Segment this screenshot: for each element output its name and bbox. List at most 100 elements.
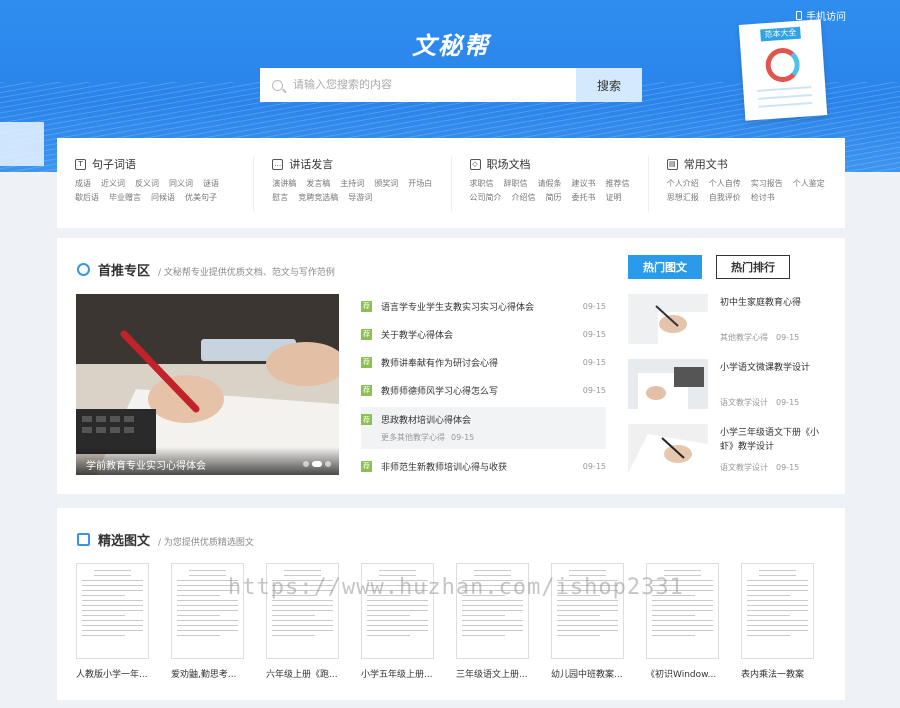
category-link[interactable]: 毕业赠言 (109, 192, 141, 203)
doc-title[interactable]: 三年级语文上册... (456, 667, 536, 680)
hot-item[interactable]: 小学语文微课教学设计 语文教学设计 09-15 (628, 359, 828, 424)
category-link[interactable]: 个人介绍 (667, 178, 699, 189)
article-item-active[interactable]: 荐思政教材培训心得体会 更多其他教学心得 09-15 (361, 407, 606, 449)
category-link[interactable]: 个人自传 (709, 178, 741, 189)
article-category[interactable]: 更多其他教学心得 (381, 433, 445, 442)
left-decoration (0, 122, 44, 166)
category-title[interactable]: 讲话发言 (289, 156, 333, 172)
category-1: … 讲话发言 演讲稿 发言稿 主持词 颁奖词 开场白 慰言 竞聘竞选稿 导游词 (254, 156, 452, 212)
picks-header: 精选图文 / 为您提供优质精选图文 (77, 530, 254, 549)
category-link[interactable]: 自我评价 (709, 192, 741, 203)
hot-title[interactable]: 小学语文微课教学设计 (720, 361, 830, 375)
doc-card[interactable]: 表内乘法一教案 (741, 563, 814, 680)
category-title[interactable]: 句子词语 (92, 156, 136, 172)
category-title[interactable]: 职场文档 (487, 156, 531, 172)
doc-title[interactable]: 人教版小学一年... (76, 667, 156, 680)
category-link[interactable]: 委托书 (572, 192, 596, 203)
doc-title[interactable]: 小学五年级上册... (361, 667, 441, 680)
hot-thumbnail[interactable] (628, 424, 708, 474)
category-link[interactable]: 主持词 (340, 178, 364, 189)
category-title[interactable]: 常用文书 (684, 156, 728, 172)
doc-thumbnail[interactable] (741, 563, 814, 659)
category-link[interactable]: 开场白 (408, 178, 432, 189)
category-link[interactable]: 同义词 (169, 178, 193, 189)
category-link[interactable]: 反义词 (135, 178, 159, 189)
site-logo[interactable]: 文秘帮 (412, 26, 490, 61)
category-link[interactable]: 辞职信 (504, 178, 528, 189)
category-link[interactable]: 思想汇报 (667, 192, 699, 203)
category-link[interactable]: 推荐信 (606, 178, 630, 189)
article-title[interactable]: 非师范生新教师培训心得与收获 (381, 460, 507, 473)
document-illustration: 范本大全 (738, 19, 828, 121)
search-input[interactable] (293, 79, 553, 91)
article-item[interactable]: 荐关于教学心得体会 09-15 (361, 320, 606, 348)
doc-title[interactable]: 爱劝鼬,勤思考... (171, 667, 251, 680)
article-item[interactable]: 荐非师范生新教师培训心得与收获 09-15 (361, 452, 606, 480)
category-link[interactable]: 歇后语 (75, 192, 99, 203)
text-icon: T (75, 158, 86, 170)
hot-item[interactable]: 小学三年级语文下册《小虾》教学设计语文教学设计 09-15 (628, 424, 828, 489)
article-title[interactable]: 关于教学心得体会 (381, 328, 453, 341)
image-icon (77, 533, 90, 546)
tab-hot-articles[interactable]: 热门图文 (628, 255, 702, 279)
doc-thumbnail[interactable] (76, 563, 149, 659)
category-link[interactable]: 成语 (75, 178, 91, 189)
search-button[interactable]: 搜索 (576, 68, 642, 102)
category-link[interactable]: 优美句子 (185, 192, 217, 203)
category-link[interactable]: 演讲稿 (272, 178, 296, 189)
article-item[interactable]: 荐语言学专业学生支教实习实习心得体会 09-15 (361, 292, 606, 320)
document-icon: ▤ (666, 158, 678, 170)
article-item[interactable]: 荐教师讲奉献有作为研讨会心得 09-15 (361, 348, 606, 376)
recommend-tag: 荐 (361, 460, 372, 472)
category-link[interactable]: 简历 (546, 192, 562, 203)
category-link[interactable]: 公司简介 (470, 192, 502, 203)
tab-hot-ranking[interactable]: 热门排行 (716, 255, 790, 279)
hot-thumbnail[interactable] (628, 359, 708, 409)
category-link[interactable]: 竞聘竞选稿 (298, 192, 338, 203)
category-link[interactable]: 近义词 (101, 178, 125, 189)
category-link[interactable]: 请假条 (538, 178, 562, 189)
doc-title[interactable]: 《初识Window... (646, 667, 726, 680)
article-title[interactable]: 教师讲奉献有作为研讨会心得 (381, 356, 498, 369)
recommend-tag: 荐 (361, 300, 372, 312)
doc-title[interactable]: 幼儿园中班教案... (551, 667, 631, 680)
category-link[interactable]: 个人鉴定 (793, 178, 825, 189)
carousel-dot[interactable] (303, 461, 309, 467)
hot-category[interactable]: 其他教学心得 (720, 333, 768, 342)
category-link[interactable]: 检讨书 (751, 192, 775, 203)
featured-carousel[interactable]: 学前教育专业实习心得体会 (76, 294, 339, 475)
category-link[interactable]: 求职信 (470, 178, 494, 189)
hot-category[interactable]: 语文教学设计 (720, 463, 768, 472)
carousel-caption[interactable]: 学前教育专业实习心得体会 (76, 447, 339, 475)
hot-title[interactable]: 小学三年级语文下册《小虾》教学设计 (720, 426, 830, 454)
search-field-wrap[interactable] (260, 68, 576, 102)
hot-meta: 语文教学设计 09-15 (720, 397, 799, 408)
category-link[interactable]: 发言稿 (306, 178, 330, 189)
featured-section: 首推专区 / 文秘帮专业提供优质文档、范文与写作范例 学前教育专业实习心得体会 … (57, 238, 845, 494)
hot-title[interactable]: 初中生家庭教育心得 (720, 296, 830, 310)
hot-category[interactable]: 语文教学设计 (720, 398, 768, 407)
article-item[interactable]: 荐教师师德师风学习心得怎么写 09-15 (361, 376, 606, 404)
category-link[interactable]: 问候语 (151, 192, 175, 203)
category-link[interactable]: 慰言 (272, 192, 288, 203)
article-title[interactable]: 思政教材培训心得体会 (381, 413, 581, 426)
category-link[interactable]: 证明 (606, 192, 622, 203)
category-link[interactable]: 导游词 (348, 192, 372, 203)
hot-thumbnail[interactable] (628, 294, 708, 344)
article-title[interactable]: 教师师德师风学习心得怎么写 (381, 384, 498, 397)
recommend-tag: 荐 (361, 356, 372, 368)
doc-card[interactable]: 人教版小学一年... (76, 563, 149, 680)
carousel-dot-active[interactable] (312, 461, 322, 467)
category-link[interactable]: 介绍信 (512, 192, 536, 203)
category-link[interactable]: 实习报告 (751, 178, 783, 189)
article-date: 09-15 (582, 461, 606, 471)
doc-title[interactable]: 表内乘法一教案 (741, 667, 821, 680)
category-link[interactable]: 谜语 (203, 178, 219, 189)
article-title[interactable]: 语言学专业学生支教实习实习心得体会 (381, 300, 534, 313)
hot-item[interactable]: 初中生家庭教育心得 其他教学心得 09-15 (628, 294, 828, 359)
doc-title[interactable]: 六年级上册《跑... (266, 667, 346, 680)
category-link[interactable]: 建议书 (572, 178, 596, 189)
category-link[interactable]: 颁奖词 (374, 178, 398, 189)
carousel-dot[interactable] (325, 461, 331, 467)
hot-date: 09-15 (776, 463, 800, 472)
